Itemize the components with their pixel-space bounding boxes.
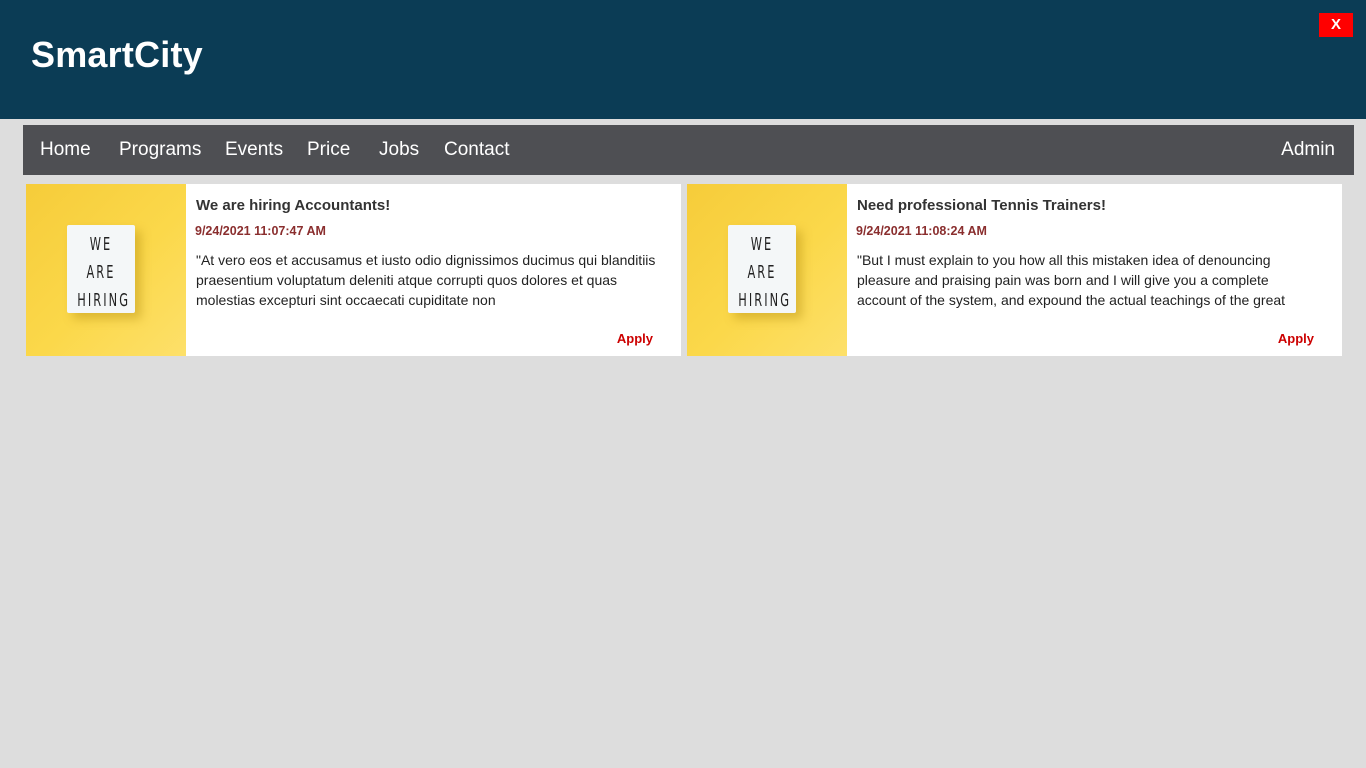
job-description: "But I must explain to you how all this …: [857, 252, 1286, 308]
nav-item-home[interactable]: Home: [40, 125, 91, 175]
page-header: SmartCity X: [0, 0, 1366, 119]
nav-item-contact[interactable]: Contact: [444, 125, 509, 175]
nav-item-events[interactable]: Events: [225, 125, 283, 175]
hiring-sign-text: WE ARE HIRING: [77, 234, 131, 311]
nav-item-admin[interactable]: Admin: [1281, 125, 1335, 175]
apply-link[interactable]: Apply: [1278, 331, 1314, 346]
job-card: WE ARE HIRING We are hiring Accountants!…: [26, 184, 681, 356]
brand-logo[interactable]: SmartCity: [31, 33, 203, 77]
job-image: WE ARE HIRING: [26, 184, 186, 356]
job-title: Need professional Tennis Trainers!: [857, 197, 1106, 214]
main-navbar: Home Programs Events Price Jobs Contact …: [23, 125, 1354, 175]
job-image: WE ARE HIRING: [687, 184, 847, 356]
job-description: "At vero eos et accusamus et iusto odio …: [196, 252, 656, 308]
nav-item-price[interactable]: Price: [307, 125, 350, 175]
hiring-lightbox: WE ARE HIRING: [728, 225, 796, 313]
job-card: WE ARE HIRING Need professional Tennis T…: [687, 184, 1342, 356]
nav-item-programs[interactable]: Programs: [119, 125, 201, 175]
nav-item-jobs[interactable]: Jobs: [379, 125, 419, 175]
job-date: 9/24/2021 11:07:47 AM: [195, 224, 326, 238]
apply-link[interactable]: Apply: [617, 331, 653, 346]
close-button[interactable]: X: [1319, 13, 1353, 37]
job-title: We are hiring Accountants!: [196, 197, 391, 214]
job-date: 9/24/2021 11:08:24 AM: [856, 224, 987, 238]
hiring-sign-text: WE ARE HIRING: [738, 234, 792, 311]
hiring-lightbox: WE ARE HIRING: [67, 225, 135, 313]
